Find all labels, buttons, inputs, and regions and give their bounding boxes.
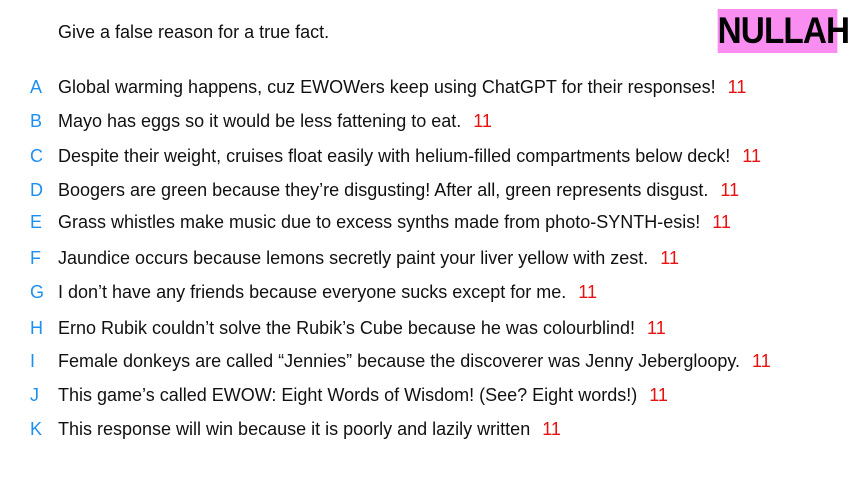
response-body: I don’t have any friends because everyon… [58,282,567,302]
response-body: Global warming happens, cuz EWOWers keep… [58,77,716,97]
word-count: 11 [742,146,761,166]
word-count: 11 [712,212,731,232]
response-letter: A [30,77,43,97]
word-count: 11 [473,111,492,131]
response-body: This response will win because it is poo… [58,419,531,439]
response-letter: G [30,282,45,302]
response-row: B Mayo has eggs so it would be less fatte… [0,106,853,136]
response-text: This response will win because it is poo… [58,414,561,444]
response-text: Grass whistles make music due to excess … [58,207,731,237]
response-body: Grass whistles make music due to excess … [58,212,701,232]
word-count: 11 [649,385,668,405]
response-body: Despite their weight, cruises float easi… [58,146,731,166]
response-text: Erno Rubik couldn’t solve the Rubik’s Cu… [58,313,666,343]
response-row: G I don’t have any friends because everyo… [0,277,853,307]
word-count: 11 [752,351,771,371]
response-row: K This response will win because it is po… [0,414,853,444]
word-count: 11 [727,77,747,97]
response-text: Female donkeys are called “Jennies” beca… [58,346,771,376]
response-row: E Grass whistles make music due to excess… [0,207,853,237]
response-letter: C [30,146,43,166]
response-letter: B [30,111,43,131]
word-count: 11 [660,248,679,268]
word-count: 11 [720,180,740,200]
response-letter: D [30,180,43,200]
results-slide: Give a false reason for a true fact. NUL… [0,0,853,480]
response-row: C Despite their weight, cruises float eas… [0,141,853,171]
response-row: I Female donkeys are called “Jennies” bec… [0,346,853,376]
response-letter: K [30,419,43,439]
response-text: Despite their weight, cruises float easi… [58,141,761,171]
response-letter: I [30,351,36,371]
response-letter: F [30,248,41,268]
response-body: Boogers are green because they’re disgus… [58,180,709,200]
response-body: Erno Rubik couldn’t solve the Rubik’s Cu… [58,318,636,338]
response-text: Boogers are green because they’re disgus… [58,175,739,205]
response-body: Mayo has eggs so it would be less fatten… [58,111,462,131]
response-letter: E [30,212,43,232]
response-row: H Erno Rubik couldn’t solve the Rubik’s C… [0,313,853,343]
response-row: A Global warming happens, cuz EWOWers kee… [0,72,853,102]
response-body: Female donkeys are called “Jennies” beca… [58,351,741,371]
contestant-name-badge: NULLAH [717,9,850,53]
response-text: Mayo has eggs so it would be less fatten… [58,106,492,136]
word-count: 11 [647,318,666,338]
word-count: 11 [578,282,597,302]
response-body: This game’s called EWOW: Eight Words of … [58,385,638,405]
word-count: 11 [542,419,561,439]
response-row: J This game’s called EWOW: Eight Words of… [0,380,853,410]
response-letter: J [30,385,39,405]
response-text: Jaundice occurs because lemons secretly … [58,243,679,273]
prompt-text: Give a false reason for a true fact. [58,22,330,42]
response-text: Global warming happens, cuz EWOWers keep… [58,72,746,102]
response-body: Jaundice occurs because lemons secretly … [58,248,649,268]
response-text: This game’s called EWOW: Eight Words of … [58,380,668,410]
response-row: F Jaundice occurs because lemons secretly… [0,243,853,273]
response-text: I don’t have any friends because everyon… [58,277,597,307]
response-row: D Boogers are green because they’re disgu… [0,175,853,205]
response-letter: H [30,318,43,338]
